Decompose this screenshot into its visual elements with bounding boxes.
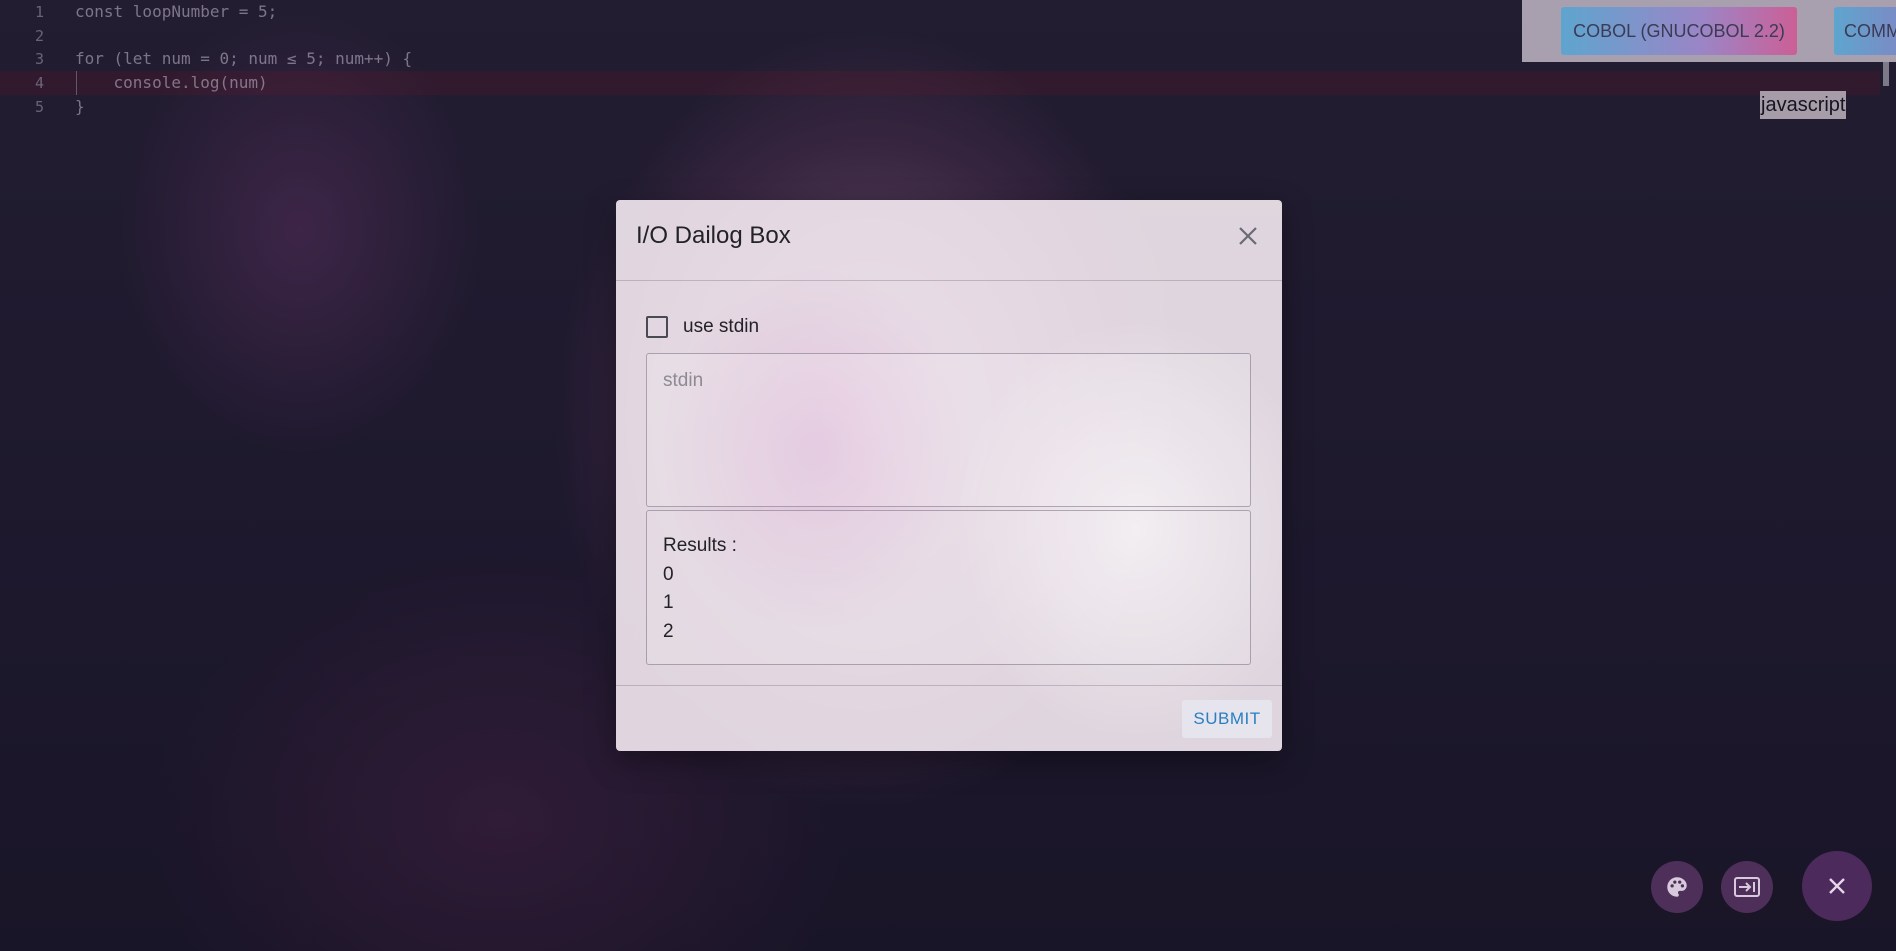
results-panel: Results : 0 1 2: [646, 510, 1251, 665]
language-button-cobol[interactable]: COBOL (GNUCOBOL 2.2): [1561, 7, 1797, 55]
close-icon: [1829, 878, 1845, 894]
result-line: 0: [663, 563, 674, 585]
line-number: 5: [34, 98, 44, 116]
code-line-active: 4 console.log(num): [0, 71, 1880, 95]
use-stdin-label: use stdin: [683, 316, 760, 337]
submit-button[interactable]: SUBMIT: [1182, 700, 1272, 738]
language-button-comm[interactable]: COMM: [1834, 7, 1896, 55]
io-dialog: I/O Dailog Box use stdin Results : 0 1 2…: [616, 200, 1282, 751]
theme-button[interactable]: [1651, 861, 1703, 913]
code-text: console.log(num): [75, 73, 268, 92]
stdin-input[interactable]: [663, 370, 1233, 490]
close-dialog-button[interactable]: [1232, 220, 1264, 252]
dialog-title: I/O Dailog Box: [636, 222, 791, 249]
close-menu-button[interactable]: [1802, 851, 1872, 921]
code-text: const loopNumber = 5;: [75, 2, 278, 21]
results-output: Results : 0 1 2: [663, 532, 737, 646]
editor-scrollbar[interactable]: [1883, 62, 1889, 86]
code-text: }: [75, 97, 85, 116]
divider: [616, 685, 1282, 686]
code-line: 5 }: [0, 95, 1880, 119]
result-line: 1: [663, 592, 674, 613]
input-icon: [1734, 877, 1760, 897]
stdin-field: [646, 353, 1251, 507]
result-line: 2: [663, 620, 674, 642]
io-toggle-button[interactable]: [1721, 861, 1773, 913]
code-text: for (let num = 0; num ≤ 5; num++) {: [75, 49, 413, 68]
use-stdin-row: use stdin: [646, 314, 759, 340]
results-header: Results :: [663, 535, 737, 556]
use-stdin-checkbox[interactable]: [646, 316, 668, 338]
line-number: 2: [34, 27, 44, 45]
palette-icon: [1667, 877, 1687, 897]
current-language-label: javascript: [1760, 91, 1847, 119]
close-icon: [1239, 227, 1257, 245]
line-number: 4: [34, 74, 44, 92]
line-number: 3: [34, 50, 44, 68]
divider: [616, 280, 1282, 281]
line-number: 1: [34, 3, 44, 21]
